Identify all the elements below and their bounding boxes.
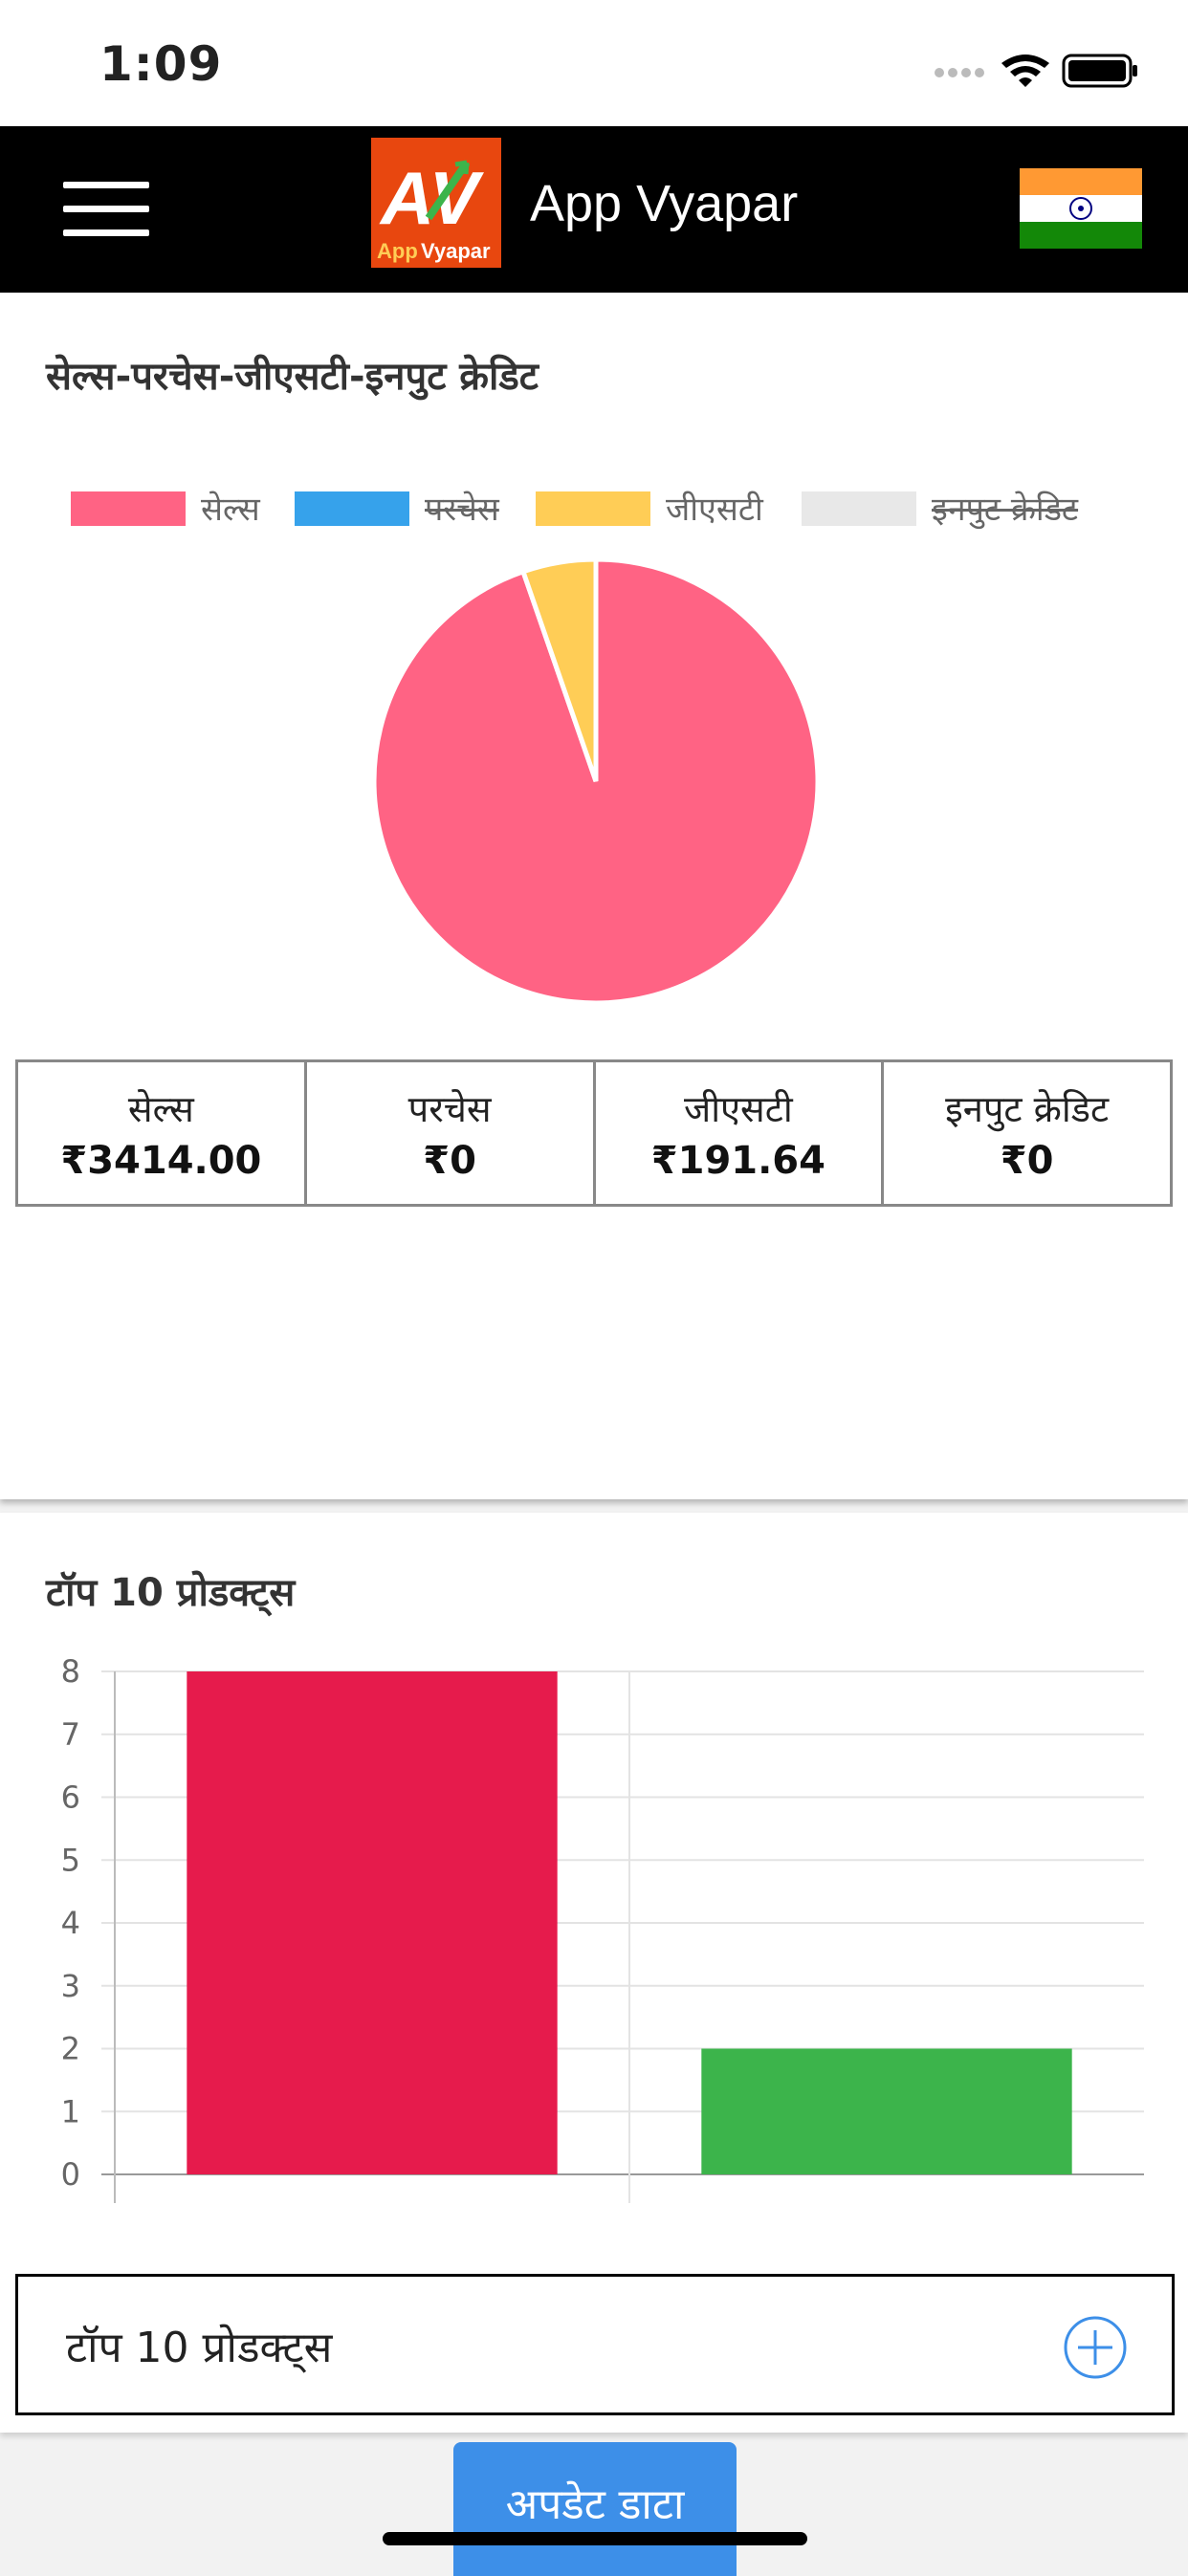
wifi-icon: [1001, 55, 1049, 87]
summary-value: ₹3414.00: [60, 1139, 262, 1183]
summary-cell-sales: सेल्स ₹3414.00: [18, 1062, 307, 1204]
top-products-card: टॉप 10 प्रोडक्ट्स 0 1 2 3 4 5 6 7 8 टॉप 10 प्रोड…: [0, 1513, 1188, 2433]
logo-text-vyapar: Vyapar: [421, 239, 491, 263]
y-tick-label: 0: [61, 2156, 80, 2193]
summary-value: ₹191.64: [650, 1139, 825, 1183]
top-products-accordion[interactable]: टॉप 10 प्रोडक्ट्स: [15, 2274, 1175, 2415]
summary-cell-input-credit: इनपुट क्रेडिट ₹0: [884, 1062, 1170, 1204]
summary-label: जीएसटी: [684, 1088, 793, 1130]
india-flag-icon[interactable]: [1020, 168, 1142, 249]
y-tick-label: 8: [61, 1653, 80, 1690]
summary-table: सेल्स ₹3414.00 परचेस ₹0 जीएसटी ₹191.64 इ…: [15, 1059, 1173, 1207]
summary-value: ₹0: [1000, 1139, 1054, 1183]
status-bar: 1:09: [0, 0, 1188, 126]
card-title: सेल्स-परचेस-जीएसटी-इनपुट क्रेडिट: [46, 355, 539, 399]
battery-icon: [1062, 54, 1137, 88]
summary-cell-purchase: परचेस ₹0: [307, 1062, 596, 1204]
y-tick-label: 6: [61, 1779, 80, 1816]
bar-0[interactable]: [187, 1671, 558, 2174]
sales-summary-card: सेल्स-परचेस-जीएसटी-इनपुट क्रेडिट सेल्स प…: [0, 293, 1188, 1499]
home-indicator: [383, 2532, 807, 2545]
summary-label: परचेस: [407, 1088, 492, 1130]
y-tick-label: 1: [61, 2093, 80, 2129]
y-tick-label: 2: [61, 2031, 80, 2067]
summary-label: इनपुट क्रेडिट: [945, 1088, 1110, 1130]
pie-legend: सेल्स परचेस जीएसटी इनपुट क्रेडिट: [0, 484, 1188, 532]
app-header: AV App Vyapar App Vyapar: [0, 126, 1188, 293]
summary-cell-gst: जीएसटी ₹191.64: [596, 1062, 885, 1204]
menu-icon[interactable]: [63, 182, 149, 237]
y-tick-label: 5: [61, 1842, 80, 1878]
legend-label: जीएसटी: [666, 491, 763, 529]
legend-label: परचेस: [425, 491, 499, 529]
status-time: 1:09: [99, 36, 223, 92]
y-tick-label: 3: [61, 1968, 80, 2004]
y-tick-label: 4: [61, 1905, 80, 1941]
bar-chart: 0 1 2 3 4 5 6 7 8: [61, 1653, 1144, 2203]
update-data-button[interactable]: अपडेट डाटा: [453, 2442, 737, 2576]
summary-value: ₹0: [423, 1139, 476, 1183]
legend-swatch: [536, 491, 650, 526]
summary-label: सेल्स: [127, 1088, 194, 1130]
status-icons: [930, 50, 1140, 88]
app-logo: AV App Vyapar: [371, 138, 501, 268]
signal-icon: [935, 68, 984, 77]
logo-text-app: App: [377, 239, 418, 263]
legend-label: इनपुट क्रेडिट: [932, 491, 1079, 529]
legend-swatch: [295, 491, 409, 526]
bar-1[interactable]: [701, 2048, 1072, 2175]
pie-chart: [371, 557, 821, 1006]
legend-swatch: [802, 491, 916, 526]
y-tick-label: 7: [61, 1716, 80, 1753]
accordion-label: टॉप 10 प्रोडक्ट्स: [66, 2324, 333, 2372]
legend-swatch: [71, 491, 186, 526]
legend-label: सेल्स: [201, 491, 260, 529]
plus-circle-icon[interactable]: [1063, 2315, 1128, 2380]
app-title: App Vyapar: [530, 175, 799, 232]
card-title: टॉप 10 प्रोडक्ट्स: [46, 1571, 296, 1615]
